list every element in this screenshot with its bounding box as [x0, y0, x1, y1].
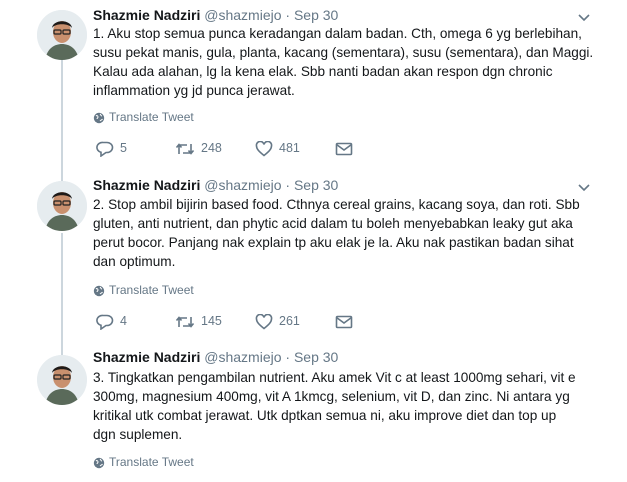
reply-count: 5 [120, 141, 127, 155]
retweet-button[interactable]: 145 [175, 310, 222, 332]
tweet-3[interactable]: Shazmie Nadziri @shazmiejo · Sep 30 3. T… [0, 343, 627, 482]
direct-message-button[interactable] [335, 137, 359, 159]
tweet-header: Shazmie Nadziri @shazmiejo · Sep 30 [93, 5, 338, 25]
tweet-date[interactable]: Sep 30 [294, 177, 338, 193]
handle[interactable]: @shazmiejo [204, 349, 281, 365]
retweet-icon [175, 141, 201, 155]
retweet-icon [175, 314, 201, 328]
tweet-date[interactable]: Sep 30 [294, 7, 338, 23]
thread-line [61, 343, 63, 355]
tweet-1[interactable]: Shazmie Nadziri @shazmiejo · Sep 30 1. A… [0, 0, 627, 170]
separator: · [285, 177, 291, 193]
retweet-button[interactable]: 248 [175, 137, 222, 159]
translate-tweet-link[interactable]: Translate Tweet [93, 108, 194, 126]
display-name[interactable]: Shazmie Nadziri [93, 177, 200, 193]
reply-icon [96, 314, 120, 331]
separator: · [285, 7, 291, 23]
like-button[interactable]: 481 [255, 137, 300, 159]
direct-message-icon [335, 141, 359, 156]
retweet-count: 248 [201, 141, 222, 155]
tweet-text: 2. Stop ambil bijirin based food. Cthnya… [93, 197, 580, 269]
translate-tweet-link[interactable]: Translate Tweet [93, 281, 194, 299]
translate-tweet-link[interactable]: Translate Tweet [93, 453, 194, 471]
display-name[interactable]: Shazmie Nadziri [93, 349, 200, 365]
tweet-header: Shazmie Nadziri @shazmiejo · Sep 30 [93, 347, 338, 367]
tweet-text: 3. Tingkatkan pengambilan nutrient. Aku … [93, 370, 576, 442]
reply-button[interactable]: 5 [96, 137, 127, 159]
translate-label: Translate Tweet [109, 283, 194, 297]
thread-line [61, 53, 63, 170]
like-button[interactable]: 261 [255, 310, 300, 332]
handle[interactable]: @shazmiejo [204, 7, 281, 23]
retweet-count: 145 [201, 314, 222, 328]
direct-message-icon [335, 314, 359, 329]
like-count: 261 [279, 314, 300, 328]
tweet-2[interactable]: Shazmie Nadziri @shazmiejo · Sep 30 2. S… [0, 170, 627, 343]
tweet-date[interactable]: Sep 30 [294, 349, 338, 365]
avatar[interactable] [37, 10, 87, 60]
reply-button[interactable]: 4 [96, 310, 127, 332]
globe-icon [93, 283, 109, 297]
translate-label: Translate Tweet [109, 455, 194, 469]
like-icon [255, 140, 279, 157]
globe-icon [93, 110, 109, 124]
avatar[interactable] [37, 355, 87, 405]
translate-label: Translate Tweet [109, 110, 194, 124]
like-count: 481 [279, 141, 300, 155]
separator: · [285, 349, 291, 365]
globe-icon [93, 455, 109, 469]
thread-line [61, 170, 63, 181]
reply-count: 4 [120, 314, 127, 328]
thread-line [61, 233, 63, 343]
reply-icon [96, 141, 120, 158]
avatar[interactable] [37, 181, 87, 231]
like-icon [255, 313, 279, 330]
tweet-text: 1. Aku stop semua punca keradangan dalam… [93, 26, 594, 98]
direct-message-button[interactable] [335, 310, 359, 332]
handle[interactable]: @shazmiejo [204, 177, 281, 193]
tweet-header: Shazmie Nadziri @shazmiejo · Sep 30 [93, 175, 338, 195]
display-name[interactable]: Shazmie Nadziri [93, 7, 200, 23]
